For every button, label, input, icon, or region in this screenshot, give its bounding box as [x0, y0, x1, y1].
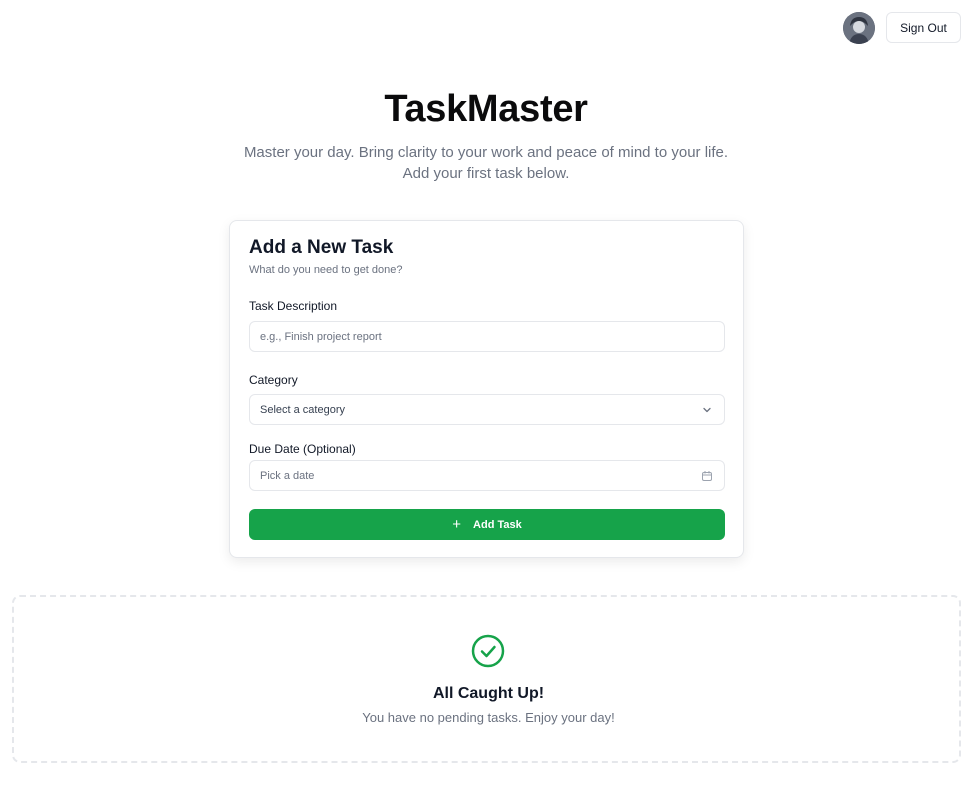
category-label: Category — [249, 373, 298, 387]
chevron-down-icon — [700, 403, 714, 417]
add-task-button[interactable]: + Add Task — [249, 509, 725, 540]
sign-out-button[interactable]: Sign Out — [886, 12, 961, 43]
due-date-picker[interactable]: Pick a date — [249, 460, 725, 491]
app-page: Sign Out TaskMaster Master your day. Bri… — [0, 0, 962, 800]
add-task-label: Add Task — [473, 518, 522, 531]
page-subtitle: Master your day. Bring clarity to your w… — [0, 142, 962, 184]
subtitle-line-2: Add your first task below. — [402, 165, 570, 182]
empty-state: All Caught Up! You have no pending tasks… — [12, 595, 961, 763]
due-date-value: Pick a date — [260, 469, 315, 482]
empty-state-subtitle: You have no pending tasks. Enjoy your da… — [362, 710, 615, 725]
add-task-card: Add a New Task What do you need to get d… — [229, 220, 744, 558]
avatar[interactable] — [843, 12, 875, 44]
page-title: TaskMaster — [384, 88, 588, 130]
due-date-label: Due Date (Optional) — [249, 442, 356, 456]
calendar-icon — [700, 469, 714, 483]
card-title: Add a New Task — [249, 237, 394, 258]
category-select[interactable]: Select a category — [249, 394, 725, 425]
category-select-value: Select a category — [260, 403, 345, 416]
subtitle-line-1: Master your day. Bring clarity to your w… — [243, 144, 729, 161]
plus-icon: + — [452, 516, 462, 533]
task-description-label: Task Description — [249, 299, 338, 313]
task-description-input[interactable] — [249, 321, 725, 352]
check-circle-icon — [471, 634, 505, 668]
empty-state-title: All Caught Up! — [432, 685, 545, 702]
card-subtitle: What do you need to get done? — [249, 264, 403, 276]
user-avatar-icon — [843, 12, 875, 44]
